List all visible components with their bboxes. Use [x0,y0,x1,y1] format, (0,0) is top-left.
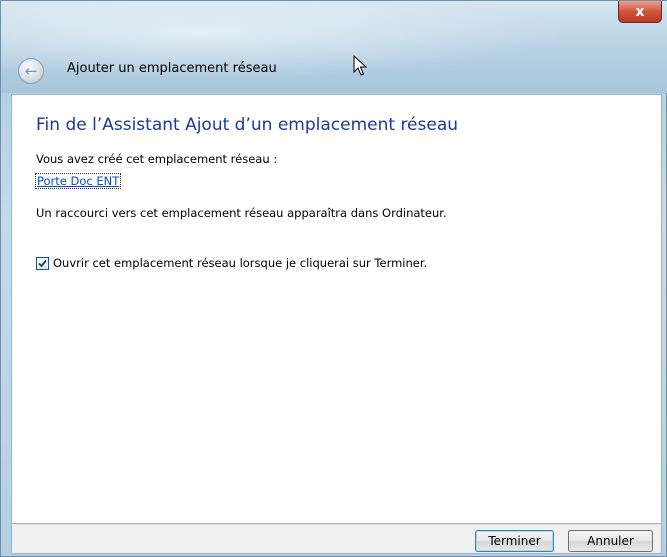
finish-button[interactable]: Terminer [475,530,554,552]
open-location-checkbox[interactable] [36,256,49,270]
created-text: Vous avez créé cet emplacement réseau : [36,152,278,166]
button-bar: Terminer Annuler [11,524,662,554]
back-button[interactable]: ← [18,58,44,84]
close-button[interactable]: x [618,1,662,23]
wizard-content: Fin de l’Assistant Ajout d’un emplacemen… [11,94,662,524]
close-icon: x [635,3,645,20]
back-arrow-icon: ← [24,62,38,80]
page-title: Fin de l’Assistant Ajout d’un emplacemen… [36,115,459,135]
open-location-label[interactable]: Ouvrir cet emplacement réseau lorsque je… [53,256,427,270]
wizard-title: Ajouter un emplacement réseau [67,61,277,76]
mouse-cursor-icon [353,55,367,76]
cancel-button[interactable]: Annuler [568,530,653,552]
wizard-window: x ← Ajouter un emplacement réseau Fin de… [0,0,667,557]
open-location-option: Ouvrir cet emplacement réseau lorsque je… [36,256,427,270]
checkmark-icon [38,259,47,267]
title-bar: x ← Ajouter un emplacement réseau [1,1,667,93]
network-location-link[interactable]: Porte Doc ENT [34,173,122,189]
shortcut-text: Un raccourci vers cet emplacement réseau… [36,206,447,220]
